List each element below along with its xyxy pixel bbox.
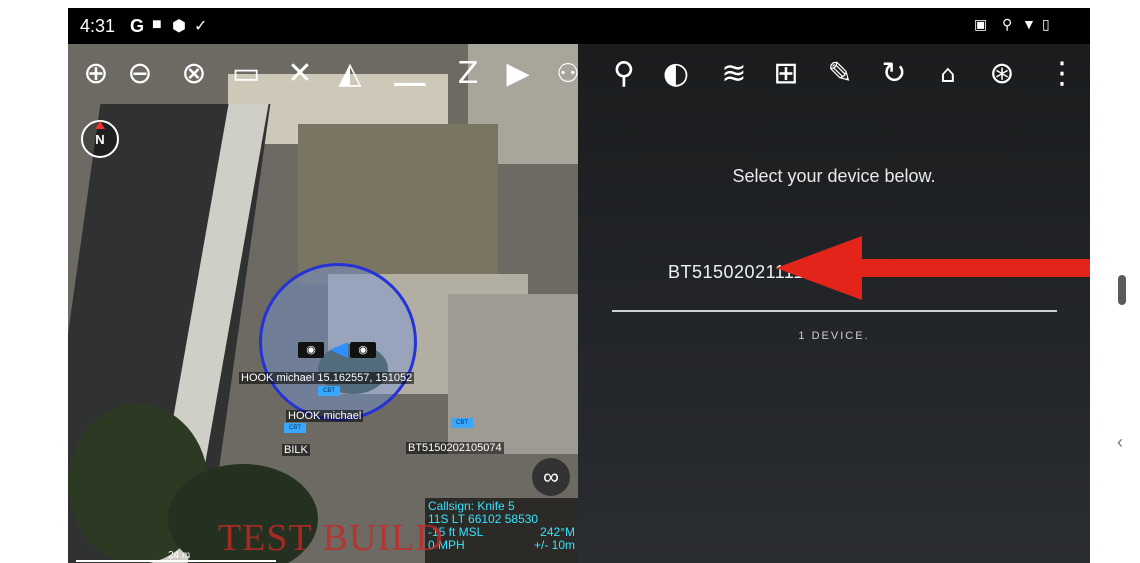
test-build-watermark: TEST BUILD bbox=[218, 517, 444, 559]
callsign-info-box: Callsign: Knife 5 11S LT 66102 58530 -15… bbox=[425, 498, 578, 563]
bilk-label: BILK bbox=[282, 444, 310, 456]
camera-marker-icon[interactable]: ◉ bbox=[298, 342, 324, 358]
building bbox=[298, 124, 498, 284]
chevron-left-icon[interactable]: ‹ bbox=[1117, 432, 1123, 453]
self-position-icon[interactable] bbox=[330, 342, 348, 358]
google-icon: G bbox=[130, 16, 145, 36]
location-icon: ⚲ bbox=[1002, 16, 1013, 32]
video-icon[interactable]: ▶ bbox=[498, 54, 538, 94]
scale-label: 24 m bbox=[168, 550, 191, 561]
device-select-panel: Select your device below. BT515020211114… bbox=[578, 44, 1090, 563]
rotate-lock-icon[interactable]: ▭ bbox=[226, 54, 266, 94]
annotation-arrow bbox=[776, 236, 1140, 300]
accuracy-text: +/- 10m bbox=[533, 538, 575, 552]
share-icon[interactable]: ↻ bbox=[874, 54, 914, 94]
layers-icon[interactable]: ≋ bbox=[714, 54, 754, 94]
map-icon[interactable]: ⊞ bbox=[766, 54, 806, 94]
check-icon: ✓ bbox=[194, 18, 208, 35]
cbt-marker[interactable]: CBT bbox=[451, 418, 473, 428]
device-count: 1 DEVICE. bbox=[798, 330, 870, 342]
map-view[interactable]: ◉ ◉ HOOK michael 15.162557, 151052 HOOK … bbox=[68, 44, 578, 563]
self-label: HOOK michael 15.162557, 151052 bbox=[239, 372, 415, 384]
camera-location-icon[interactable]: ⌂ bbox=[928, 54, 968, 94]
cbt-marker[interactable]: CBT bbox=[318, 386, 340, 396]
divider bbox=[612, 310, 1057, 312]
status-bar: 4:31 G ■ ⬢ ✓ ▣ ⚲ ▼ ▯ bbox=[68, 8, 1090, 44]
ruler-icon[interactable]: ▁▁ bbox=[390, 54, 430, 94]
wifi-icon: ▼ bbox=[1022, 16, 1036, 32]
square-icon: ■ bbox=[152, 16, 162, 33]
camera-marker-icon[interactable]: ◉ bbox=[350, 342, 376, 358]
building bbox=[448, 294, 578, 454]
status-time: 4:31 bbox=[80, 16, 116, 36]
scale-bar: 24 m bbox=[76, 550, 276, 563]
zoom-in-icon[interactable]: ⊕ bbox=[76, 54, 116, 94]
scroll-thumb[interactable] bbox=[1118, 275, 1126, 305]
device-frame: 4:31 G ■ ⬢ ✓ ▣ ⚲ ▼ ▯ ◉ ◉ HOOK michael 15… bbox=[0, 0, 1140, 563]
bt-device-label: BT5150202105074 bbox=[406, 442, 504, 454]
battery-icon: ▯ bbox=[1042, 16, 1050, 32]
zoom-out-icon[interactable]: ⊖ bbox=[120, 54, 160, 94]
route-icon[interactable]: Z bbox=[448, 54, 488, 94]
add-globe-icon[interactable]: ◐ bbox=[656, 54, 696, 94]
add-point-icon[interactable]: ⚲ bbox=[604, 54, 644, 94]
panel-prompt: Select your device below. bbox=[732, 166, 936, 186]
tilt-icon[interactable]: ◭ bbox=[330, 54, 370, 94]
overlay-toggle-icon[interactable]: ∞ bbox=[532, 458, 570, 496]
contacts-icon[interactable]: ⚇ bbox=[548, 54, 588, 94]
overview-icon[interactable]: ⊛ bbox=[982, 54, 1022, 94]
self-label-secondary: HOOK michael bbox=[286, 410, 364, 422]
gear-icon: ⬢ bbox=[172, 18, 186, 35]
cbt-marker[interactable]: CBT bbox=[284, 423, 306, 433]
x-icon[interactable]: ✕ bbox=[280, 54, 320, 94]
cast-icon: ▣ bbox=[974, 16, 988, 32]
more-menu-icon[interactable]: ⋮ bbox=[1042, 54, 1082, 94]
locate-icon[interactable]: ⊗ bbox=[174, 54, 214, 94]
compass-label: N bbox=[95, 132, 105, 147]
side-bar bbox=[1090, 0, 1140, 563]
compass-button[interactable]: N bbox=[81, 120, 119, 158]
edit-icon[interactable]: ✎ bbox=[820, 54, 860, 94]
